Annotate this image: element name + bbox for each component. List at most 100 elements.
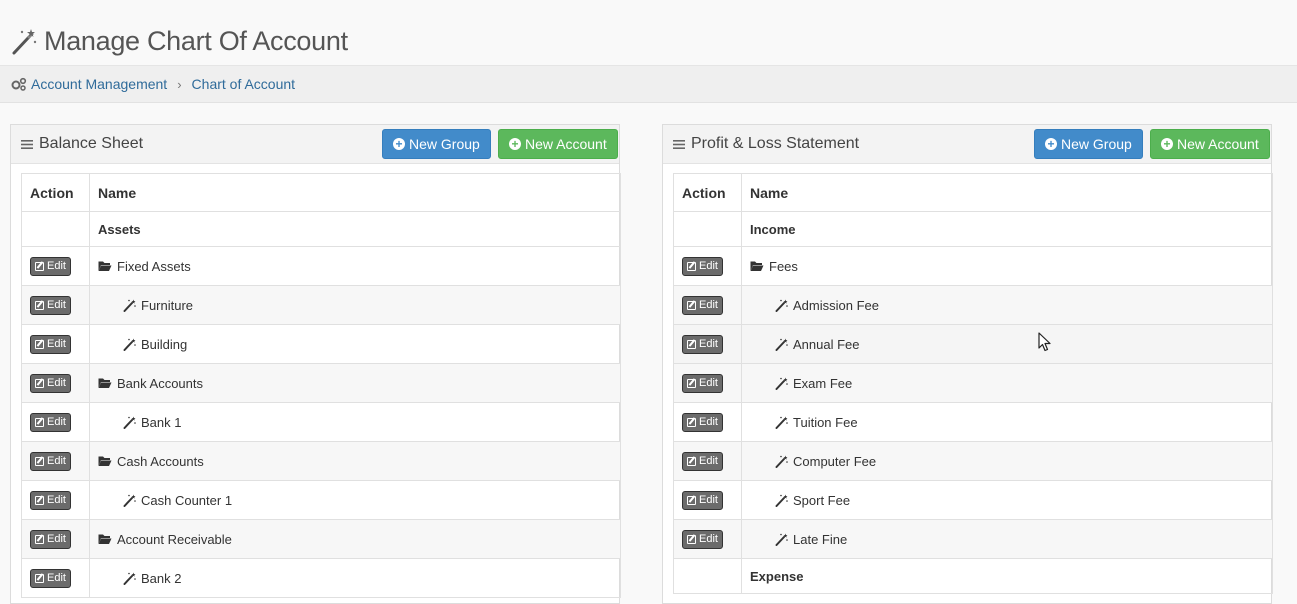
edit-button[interactable]: Edit — [682, 334, 723, 354]
account-name: Bank 2 — [141, 570, 182, 586]
account-row: Edit Furniture — [21, 285, 621, 325]
new-account-label: New Account — [1177, 136, 1259, 152]
name-cell: Annual Fee — [741, 324, 1273, 364]
new-account-label: New Account — [525, 136, 607, 152]
action-cell — [21, 211, 90, 247]
breadcrumb-account-management[interactable]: Account Management — [31, 76, 167, 92]
name-wrapper: Bank 2 — [98, 571, 612, 586]
magic-wand-icon — [775, 338, 788, 351]
account-name: Exam Fee — [793, 375, 853, 391]
edit-label: Edit — [47, 338, 66, 350]
group-row: Edit Fees — [673, 246, 1273, 286]
action-cell: Edit — [673, 246, 742, 286]
account-name: Computer Fee — [793, 453, 877, 469]
action-cell: Edit — [21, 246, 90, 286]
edit-icon — [687, 456, 696, 466]
name-cell: Exam Fee — [741, 363, 1273, 403]
plus-circle-icon: + — [1161, 138, 1173, 150]
new-account-button[interactable]: + New Account — [1150, 129, 1270, 159]
account-name: Late Fine — [793, 531, 848, 547]
edit-button[interactable]: Edit — [30, 451, 71, 471]
name-cell: Tuition Fee — [741, 402, 1273, 442]
edit-label: Edit — [699, 533, 718, 545]
page-title: Manage Chart Of Account — [44, 26, 348, 56]
name-wrapper: Bank Accounts — [98, 376, 612, 391]
plus-circle-icon: + — [393, 138, 405, 150]
edit-button[interactable]: Edit — [682, 295, 723, 315]
list-icon — [673, 139, 685, 149]
action-cell: Edit — [673, 285, 742, 325]
new-group-label: New Group — [1061, 136, 1132, 152]
account-row: Edit Exam Fee — [673, 363, 1273, 403]
edit-button[interactable]: Edit — [30, 334, 71, 354]
account-name: Furniture — [141, 297, 194, 313]
edit-button[interactable]: Edit — [682, 373, 723, 393]
folder-open-icon — [98, 534, 112, 544]
edit-icon — [687, 339, 696, 349]
new-group-button[interactable]: + New Group — [1034, 129, 1143, 159]
accounts-table: Action Name Assets Edit Fixed Assets Edit Fu… — [21, 173, 621, 598]
new-group-button[interactable]: + New Group — [382, 129, 491, 159]
magic-wand-icon — [775, 455, 788, 468]
group-row: Edit Account Receivable — [21, 519, 621, 559]
name-cell: Bank Accounts — [89, 363, 621, 403]
edit-button[interactable]: Edit — [30, 490, 71, 510]
account-name: Sport Fee — [793, 492, 851, 508]
action-cell: Edit — [673, 402, 742, 442]
edit-button[interactable]: Edit — [682, 529, 723, 549]
mouse-cursor-icon — [1038, 332, 1051, 352]
folder-open-icon — [98, 261, 112, 271]
section-header-row: Expense — [673, 558, 1273, 594]
panel-heading: Balance Sheet + New Group + New Account — [11, 125, 619, 164]
action-cell: Edit — [21, 363, 90, 403]
breadcrumb-chart-of-account[interactable]: Chart of Account — [192, 76, 296, 92]
edit-button[interactable]: Edit — [682, 451, 723, 471]
account-name: Bank 1 — [141, 414, 182, 430]
account-row: Edit Cash Counter 1 — [21, 480, 621, 520]
name-wrapper: Building — [98, 337, 612, 352]
edit-button[interactable]: Edit — [30, 568, 71, 588]
column-header-name: Name — [89, 173, 621, 212]
account-row: Edit Computer Fee — [673, 441, 1273, 481]
name-cell: Sport Fee — [741, 480, 1273, 520]
group-name: Fees — [769, 258, 798, 274]
edit-button[interactable]: Edit — [30, 295, 71, 315]
action-cell — [673, 558, 742, 594]
plus-circle-icon: + — [509, 138, 521, 150]
name-wrapper: Late Fine — [750, 532, 1264, 547]
action-cell: Edit — [21, 441, 90, 481]
account-row: Edit Bank 2 — [21, 558, 621, 598]
edit-icon — [687, 495, 696, 505]
edit-label: Edit — [47, 533, 66, 545]
edit-button[interactable]: Edit — [30, 529, 71, 549]
account-name: Admission Fee — [793, 297, 879, 313]
action-cell: Edit — [673, 324, 742, 364]
page-header: Manage Chart Of Account — [0, 0, 1297, 66]
edit-button[interactable]: Edit — [30, 412, 71, 432]
name-wrapper: Sport Fee — [750, 493, 1264, 508]
plus-circle-icon: + — [1045, 138, 1057, 150]
edit-button[interactable]: Edit — [682, 412, 723, 432]
edit-icon — [35, 456, 44, 466]
panel-title: Profit & Loss Statement — [691, 135, 860, 152]
edit-label: Edit — [47, 260, 66, 272]
edit-button[interactable]: Edit — [30, 256, 71, 276]
new-account-button[interactable]: + New Account — [498, 129, 618, 159]
name-wrapper: Tuition Fee — [750, 415, 1264, 430]
edit-button[interactable]: Edit — [682, 256, 723, 276]
action-cell: Edit — [673, 363, 742, 403]
name-cell: Fees — [741, 246, 1273, 286]
gears-icon — [11, 77, 27, 91]
account-row: Edit Late Fine — [673, 519, 1273, 559]
accounts-table: Action Name Income Edit Fees Edit Admission … — [673, 173, 1273, 594]
section-name: Expense — [741, 558, 1273, 594]
edit-icon — [35, 339, 44, 349]
name-cell: Building — [89, 324, 621, 364]
edit-icon — [687, 300, 696, 310]
edit-icon — [35, 534, 44, 544]
edit-button[interactable]: Edit — [682, 490, 723, 510]
magic-wand-icon — [123, 299, 136, 312]
action-cell: Edit — [21, 480, 90, 520]
edit-button[interactable]: Edit — [30, 373, 71, 393]
edit-label: Edit — [699, 416, 718, 428]
